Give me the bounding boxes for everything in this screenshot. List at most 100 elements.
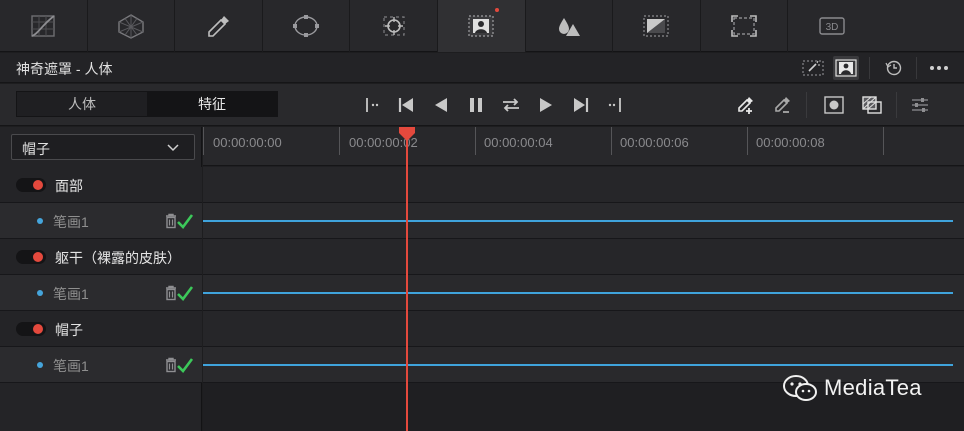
track-backward-button[interactable] [429, 94, 453, 116]
more-icon [930, 66, 948, 70]
timecode-label: 00:00:00:06 [620, 135, 689, 150]
overlay-mode-button[interactable] [860, 94, 884, 116]
stroke-row[interactable]: 笔画1 [0, 275, 202, 311]
3d-label: 3D [826, 22, 839, 33]
ruler-tick [475, 127, 476, 155]
blur-tool[interactable] [526, 0, 614, 52]
prev-keyframe-button[interactable] [394, 94, 418, 116]
ruler-tick [611, 127, 612, 155]
tracked-range-bar[interactable] [203, 220, 953, 222]
more-options-button[interactable] [925, 56, 953, 80]
stroke-name: 笔画1 [53, 214, 89, 230]
show-mask-button[interactable] [822, 94, 846, 116]
curves-icon [31, 15, 55, 37]
feature-select[interactable]: 帽子 [11, 134, 195, 160]
bidirectional-track-button[interactable] [499, 94, 523, 116]
mark-in-icon [366, 98, 379, 112]
window-tool[interactable] [263, 0, 351, 52]
ruler-tick [339, 127, 340, 155]
stroke-track[interactable] [203, 203, 964, 239]
feature-toggle[interactable] [16, 250, 46, 264]
feature-row[interactable]: 躯干（裸露的皮肤） [0, 239, 202, 275]
track-forward-button[interactable] [534, 94, 558, 116]
color-warper-icon [118, 14, 144, 39]
stroke-dot [37, 362, 43, 368]
add-stroke-button[interactable] [733, 94, 757, 116]
ruler-tick [883, 127, 884, 155]
stroke-track[interactable] [203, 275, 964, 311]
power-window-icon [293, 15, 320, 37]
magic-mask-tool[interactable] [437, 0, 526, 52]
pause-icon [470, 98, 482, 112]
eyedropper-minus-icon [775, 97, 790, 113]
feature-track [203, 167, 964, 203]
transport-bar: 人体 特征 [0, 84, 964, 126]
eyedropper-plus-icon [738, 97, 753, 114]
feature-name: 面部 [55, 178, 83, 194]
wechat-logo-icon [783, 375, 817, 401]
timecode-label: 00:00:00:04 [484, 135, 553, 150]
check-icon[interactable] [176, 356, 194, 374]
check-icon[interactable] [176, 284, 194, 302]
mask-overlay-button[interactable] [800, 56, 826, 80]
3d-icon: 3D [819, 17, 845, 35]
next-keyframe-button[interactable] [569, 94, 593, 116]
mask-settings-button[interactable] [908, 94, 932, 116]
go-to-start-button[interactable] [360, 94, 384, 116]
timecode-ruler[interactable]: 00:00:00:00 00:00:00:02 00:00:00:04 00:0… [203, 127, 964, 166]
skip-back-icon [398, 98, 413, 112]
panel-header: 神奇遮罩 - 人体 [0, 53, 964, 83]
tab-person[interactable]: 人体 [17, 92, 147, 116]
mask-view-icon [824, 96, 844, 114]
color-warper-tool[interactable] [88, 0, 176, 52]
stroke-name: 笔画1 [53, 358, 89, 374]
tracker-tool[interactable] [350, 0, 438, 52]
feature-row[interactable]: 帽子 [0, 311, 202, 347]
subtract-stroke-button[interactable] [770, 94, 794, 116]
3d-tool[interactable]: 3D [788, 0, 876, 52]
active-indicator [494, 8, 499, 12]
stroke-dot [37, 218, 43, 224]
palette-toolbar: 3D [0, 0, 964, 52]
playhead-line[interactable] [406, 131, 408, 431]
go-to-end-button[interactable] [603, 94, 627, 116]
ruler-tick [203, 127, 204, 155]
key-tool[interactable] [613, 0, 701, 52]
sizing-icon [731, 15, 757, 37]
pause-button[interactable] [464, 94, 488, 116]
ruler-tick [747, 127, 748, 155]
qualifier-tool[interactable] [175, 0, 263, 52]
eyedropper-icon [208, 16, 230, 37]
chevron-down-icon [167, 144, 179, 152]
play-icon [540, 98, 552, 112]
feature-select-value: 帽子 [22, 141, 50, 157]
sizing-tool[interactable] [701, 0, 789, 52]
check-icon[interactable] [176, 212, 194, 230]
feature-toggle[interactable] [16, 322, 46, 336]
feature-row[interactable]: 面部 [0, 167, 202, 203]
person-mask-button[interactable] [833, 56, 859, 80]
tracked-range-bar[interactable] [203, 292, 953, 294]
toggle-knob [33, 252, 43, 262]
divider [869, 57, 870, 79]
feature-track [203, 239, 964, 275]
tracker-icon [383, 16, 405, 36]
reset-button[interactable] [881, 56, 907, 80]
stroke-row[interactable]: 笔画1 [0, 203, 202, 239]
person-frame-icon [835, 59, 857, 77]
magic-mask-icon [468, 15, 494, 37]
toggle-knob [33, 180, 43, 190]
sliders-icon [912, 98, 928, 112]
wand-frame-icon [802, 60, 824, 76]
toggle-knob [33, 324, 43, 334]
key-icon [643, 15, 670, 37]
tracked-range-bar[interactable] [203, 364, 953, 366]
overlay-icon [862, 96, 882, 114]
tab-feature[interactable]: 特征 [147, 92, 277, 116]
stroke-row[interactable]: 笔画1 [0, 347, 202, 383]
playhead-handle[interactable] [397, 127, 417, 141]
timecode-label: 00:00:00:08 [756, 135, 825, 150]
curves-tool[interactable] [0, 0, 88, 52]
divider [896, 92, 897, 118]
feature-toggle[interactable] [16, 178, 46, 192]
